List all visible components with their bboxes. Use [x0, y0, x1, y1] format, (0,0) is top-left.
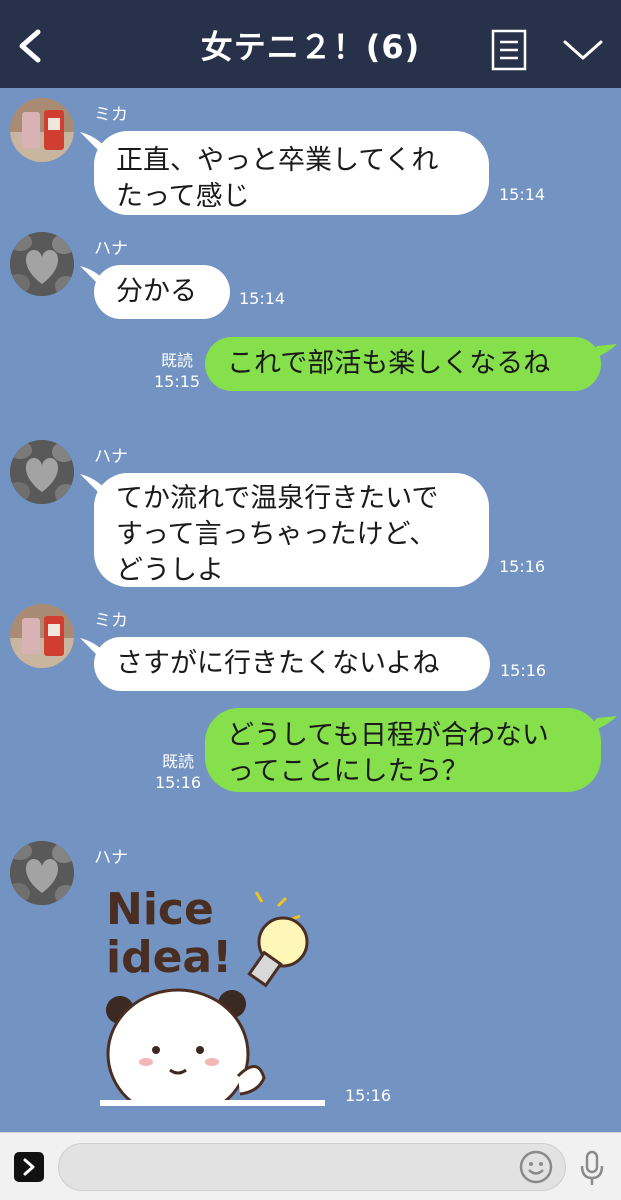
message-text: どうしても日程が合わない	[227, 720, 549, 751]
member-count: (6)	[365, 28, 421, 66]
message-text: 分かる	[116, 276, 197, 307]
read-label: 既読	[162, 752, 195, 771]
read-receipt: 既読 15:15	[154, 350, 200, 392]
message-time: 15:16	[499, 557, 546, 576]
sender-name: ハナ	[94, 447, 128, 467]
panda-character	[100, 988, 325, 1106]
message-time: 15:16	[155, 773, 202, 792]
avatar-hana[interactable]	[10, 841, 74, 905]
avatar-hana[interactable]	[10, 232, 74, 296]
message-text: さすがに行きたくないよね	[116, 648, 440, 679]
message-time: 15:14	[499, 185, 546, 204]
chat-header: 女テニ２！(6)	[0, 0, 621, 88]
message-time: 15:16	[345, 1086, 392, 1105]
chevron-down-icon[interactable]	[562, 34, 604, 64]
message-bubble[interactable]: さすがに行きたくないよね	[94, 637, 490, 691]
message-text: たって感じ	[116, 181, 250, 212]
input-bar	[0, 1132, 621, 1200]
avatar-hana[interactable]	[10, 440, 74, 504]
message-time: 15:15	[154, 372, 201, 391]
message-text: どうしよ	[116, 555, 224, 586]
message-text: すって言っちゃったけど、	[116, 519, 437, 550]
avatar-mika[interactable]	[10, 604, 74, 668]
message-bubble[interactable]: どうしても日程が合わない ってことにしたら？	[205, 708, 601, 792]
bubble-tail	[583, 716, 617, 734]
read-receipt: 既読 15:16	[155, 751, 201, 793]
sender-name: ミカ	[94, 611, 128, 631]
message-text: これで部活も楽しくなるね	[227, 348, 551, 379]
message-text: てか流れで温泉行きたいで	[116, 483, 439, 514]
message-bubble[interactable]: これで部活も楽しくなるね	[205, 337, 601, 391]
avatar-mika[interactable]	[10, 98, 74, 162]
message-input[interactable]	[58, 1143, 566, 1191]
chevron-right-icon	[23, 1158, 35, 1176]
sender-name: ハナ	[94, 848, 128, 868]
group-name: 女テニ２！	[200, 28, 366, 66]
message-text: 正直、やっと卒業してくれ	[116, 145, 439, 176]
chat-title: 女テニ２！(6)	[0, 22, 621, 68]
notes-icon[interactable]	[491, 28, 527, 72]
message-time: 15:16	[500, 661, 547, 680]
bubble-tail	[583, 344, 617, 362]
sender-name: ハナ	[94, 239, 128, 259]
sender-name: ミカ	[94, 105, 128, 125]
message-bubble[interactable]: 分かる	[94, 265, 230, 319]
sticker-nice-idea[interactable]: Nice idea!	[100, 880, 325, 1106]
microphone-icon[interactable]	[578, 1149, 606, 1187]
message-bubble[interactable]: 正直、やっと卒業してくれ たって感じ	[94, 131, 489, 215]
message-time: 15:14	[239, 289, 286, 308]
read-label: 既読	[161, 351, 194, 370]
message-text: ってことにしたら？	[227, 756, 469, 787]
emoji-icon[interactable]	[519, 1150, 553, 1184]
sticker-text: Nice	[106, 884, 214, 935]
expand-menu-button[interactable]	[14, 1152, 44, 1182]
sticker-text: idea!	[106, 932, 232, 983]
message-bubble[interactable]: てか流れで温泉行きたいで すって言っちゃったけど、 どうしよ	[94, 473, 489, 587]
lightbulb-icon	[247, 891, 309, 988]
